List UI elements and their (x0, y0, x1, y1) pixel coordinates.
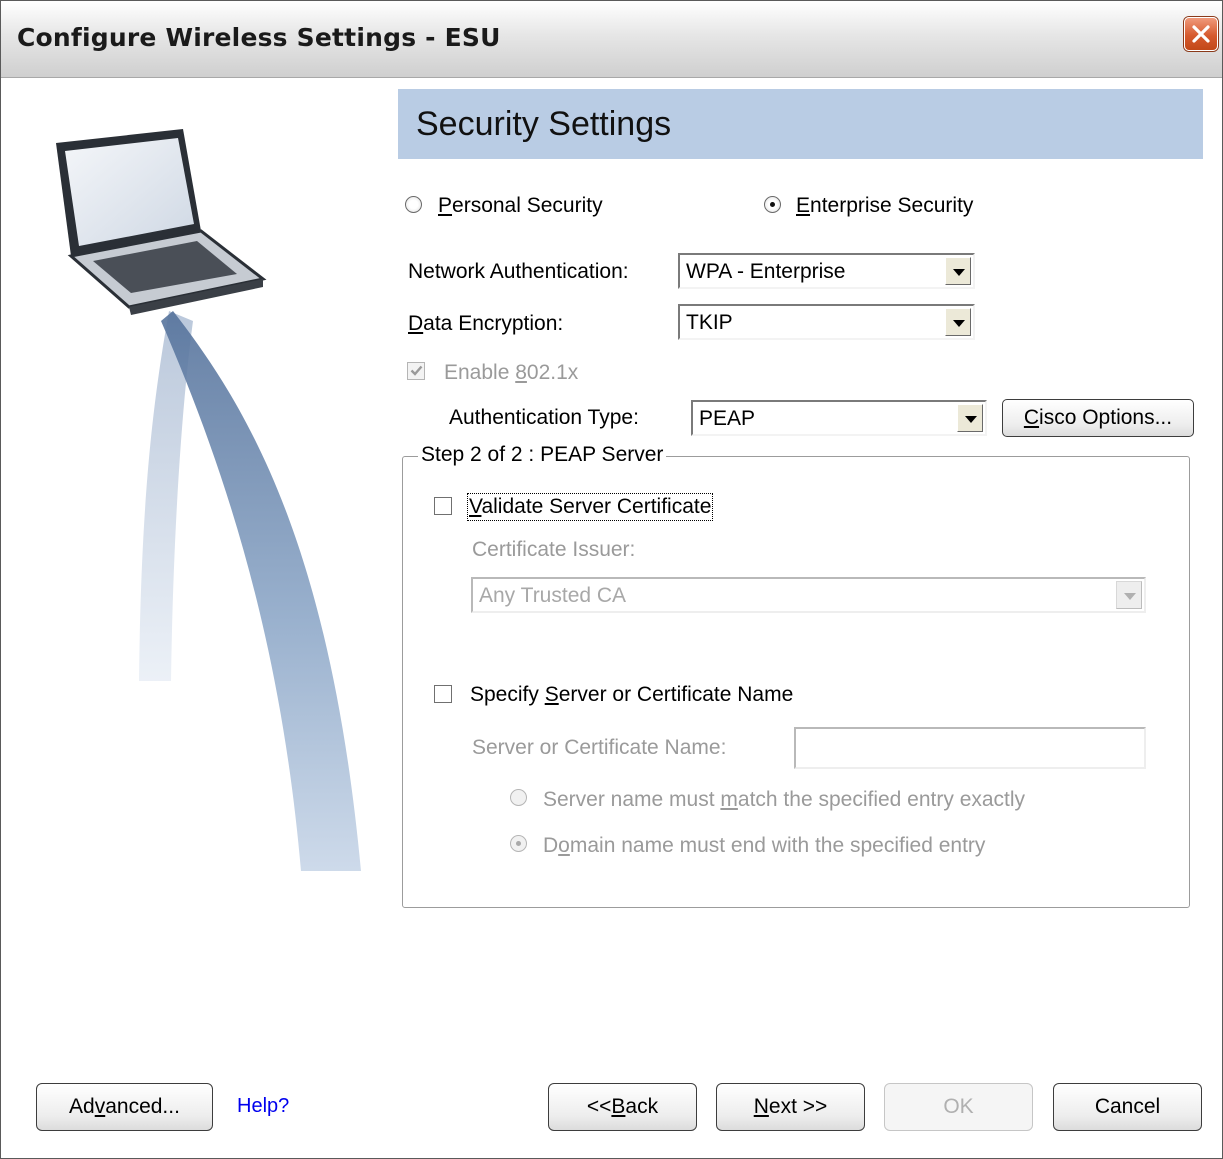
personal-security-label[interactable]: Personal Security (438, 194, 603, 218)
help-link[interactable]: Help? (237, 1095, 289, 1118)
server-name-input[interactable] (794, 727, 1146, 769)
data-encryption-label: Data Encryption: (408, 312, 564, 335)
match-exact-radio[interactable] (510, 789, 527, 806)
title-bar[interactable]: Configure Wireless Settings - ESU (1, 1, 1222, 78)
peap-server-group-legend: Step 2 of 2 : PEAP Server (418, 443, 667, 467)
dialog-window: Configure Wireless Settings - ESU Securi… (0, 0, 1223, 1159)
dropdown-arrow-icon[interactable] (945, 308, 971, 336)
enable-8021x-checkbox[interactable] (407, 362, 425, 380)
cisco-options-button[interactable]: Cisco Options... (1002, 399, 1194, 437)
dropdown-arrow-icon[interactable] (1116, 581, 1142, 609)
data-encryption-select[interactable]: TKIP (678, 304, 975, 340)
next-button[interactable]: Next >> (716, 1083, 865, 1131)
validate-server-certificate-label[interactable]: Validate Server Certificate (466, 493, 714, 521)
window-title: Configure Wireless Settings - ESU (17, 23, 501, 52)
close-button[interactable] (1184, 17, 1218, 51)
dropdown-arrow-icon[interactable] (945, 257, 971, 285)
close-icon (1192, 25, 1210, 43)
advanced-button[interactable]: Ad v anced... (36, 1083, 213, 1131)
laptop-illustration (56, 129, 361, 871)
server-name-label: Server or Certificate Name: (472, 736, 727, 759)
checkmark-icon (410, 365, 423, 376)
network-authentication-label: Network Authentication: (408, 260, 629, 283)
section-title: Security Settings (416, 105, 672, 143)
ok-button[interactable]: OK (884, 1083, 1033, 1131)
dropdown-arrow-icon[interactable] (957, 404, 983, 432)
validate-server-certificate-checkbox[interactable] (434, 497, 452, 515)
enable-8021x-label[interactable]: Enable 802.1x (444, 361, 578, 385)
certificate-issuer-select[interactable]: Any Trusted CA (471, 577, 1146, 613)
domain-end-radio[interactable] (510, 835, 527, 852)
certificate-issuer-label: Certificate Issuer: (472, 538, 636, 561)
authentication-type-label: Authentication Type: (449, 406, 639, 429)
authentication-type-select[interactable]: PEAP (691, 400, 987, 436)
match-exact-label[interactable]: Server name must match the specified ent… (543, 788, 1025, 812)
specify-server-name-label[interactable]: Specify Server or Certificate Name (470, 683, 793, 707)
back-button[interactable]: << Back (548, 1083, 697, 1131)
specify-server-name-checkbox[interactable] (434, 685, 452, 703)
enterprise-security-radio[interactable] (764, 196, 781, 213)
domain-end-label[interactable]: Domain name must end with the specified … (543, 834, 985, 858)
enterprise-security-label[interactable]: Enterprise Security (796, 194, 973, 218)
cancel-button[interactable]: Cancel (1053, 1083, 1202, 1131)
section-header: Security Settings (398, 89, 1203, 159)
personal-security-radio[interactable] (405, 196, 422, 213)
network-authentication-select[interactable]: WPA - Enterprise (678, 253, 975, 289)
